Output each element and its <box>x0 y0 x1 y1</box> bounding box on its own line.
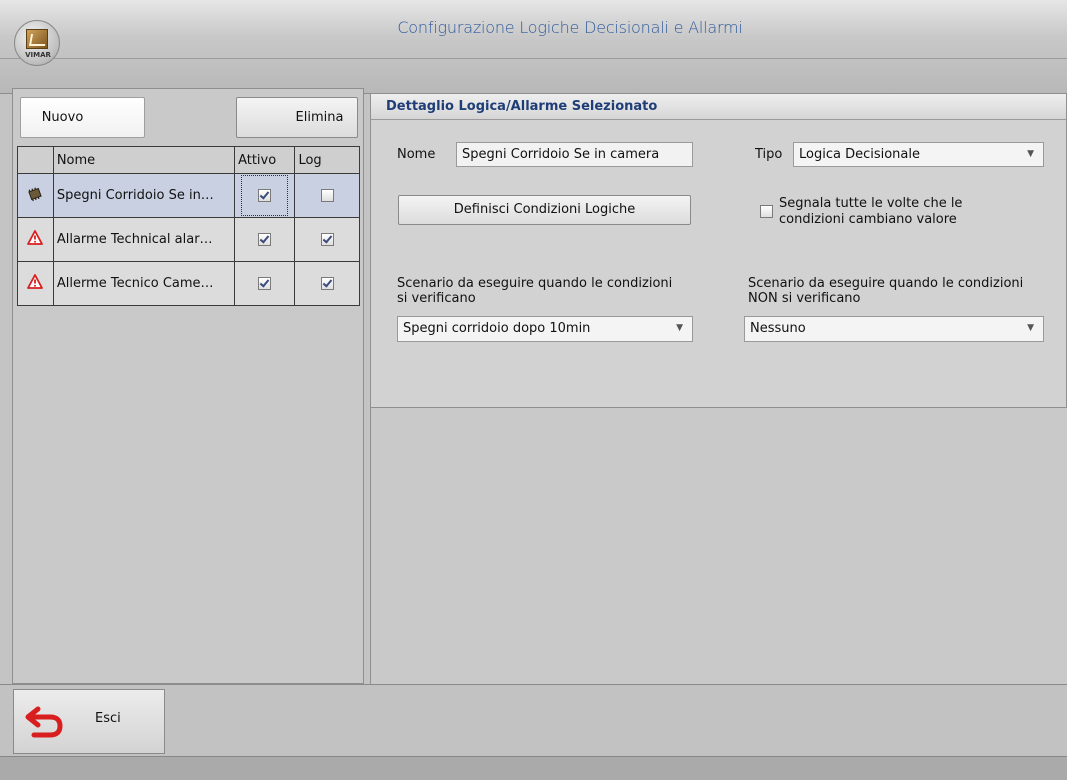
table-header-row: Nome Attivo Log <box>17 146 360 174</box>
scenario-false-select[interactable]: Nessuno ▼ <box>744 316 1044 342</box>
define-conditions-button[interactable]: Definisci Condizioni Logiche <box>398 195 691 225</box>
row-log-cell <box>294 173 360 218</box>
row-log-cell <box>294 217 360 262</box>
signal-changes-checkbox[interactable] <box>760 205 773 218</box>
logic-table: Nome Attivo Log Spegni Corridoio Se in… <box>17 146 360 306</box>
chevron-down-icon: ▼ <box>1027 323 1034 333</box>
detail-header: Dettaglio Logica/Allarme Selezionato <box>370 93 1067 120</box>
chip-icon <box>28 186 43 201</box>
vimar-logo-text: VIMAR <box>25 51 51 59</box>
scenario-true-label: Scenario da eseguire quando le condizion… <box>397 276 672 306</box>
signal-changes-label-line2: condizioni cambiano valore <box>779 212 957 227</box>
new-button[interactable]: Nuovo <box>20 97 145 138</box>
row-icon-cell <box>17 261 54 306</box>
row-active-cell <box>234 261 296 306</box>
name-label: Nome <box>397 147 436 162</box>
title-bar <box>0 0 1067 94</box>
column-header-active[interactable]: Attivo <box>234 146 296 174</box>
scenario-true-label-line2: si verificano <box>397 291 476 306</box>
warning-icon <box>27 273 44 289</box>
column-header-log[interactable]: Log <box>294 146 360 174</box>
active-checkbox[interactable] <box>258 277 272 290</box>
exit-arrow-icon <box>25 706 63 738</box>
row-active-cell <box>234 173 296 218</box>
log-checkbox[interactable] <box>320 277 334 290</box>
row-name: Allarme Technical alar… <box>52 217 236 262</box>
title-divider <box>0 58 1067 59</box>
scenario-true-label-line1: Scenario da eseguire quando le condizion… <box>397 276 673 291</box>
row-name: Allerme Tecnico Came… <box>52 261 236 306</box>
row-active-cell <box>234 217 296 262</box>
table-row[interactable]: Allerme Tecnico Came… <box>17 261 360 306</box>
scenario-false-label-line1: Scenario da eseguire quando le condizion… <box>748 276 1024 291</box>
chevron-down-icon: ▼ <box>676 323 683 333</box>
window-title: Configurazione Logiche Decisionali e All… <box>397 18 743 37</box>
status-bar <box>0 756 1067 780</box>
signal-changes-label-line1: Segnala tutte le volte che le <box>779 196 963 211</box>
scenario-true-select[interactable]: Spegni corridoio dopo 10min ▼ <box>397 316 693 342</box>
exit-label: Esci <box>95 711 121 726</box>
detail-panel <box>370 93 1067 408</box>
active-checkbox[interactable] <box>258 233 272 246</box>
type-select[interactable]: Logica Decisionale ▼ <box>793 142 1044 167</box>
vimar-logo: VIMAR <box>14 20 60 66</box>
table-row[interactable]: Allarme Technical alar… <box>17 217 360 262</box>
log-checkbox[interactable] <box>320 189 334 202</box>
scenario-true-value: Spegni corridoio dopo 10min <box>403 321 591 336</box>
column-header-icon <box>17 146 54 174</box>
signal-changes-label: Segnala tutte le volte che le condizioni… <box>779 196 962 228</box>
chevron-down-icon: ▼ <box>1027 149 1034 159</box>
warning-icon <box>27 229 44 245</box>
name-field[interactable]: Spegni Corridoio Se in camera <box>456 142 693 167</box>
row-name: Spegni Corridoio Se in… <box>52 173 236 218</box>
table-row[interactable]: Spegni Corridoio Se in… <box>17 173 360 218</box>
scenario-false-value: Nessuno <box>750 321 806 336</box>
row-icon-cell <box>17 217 54 262</box>
row-log-cell <box>294 261 360 306</box>
row-icon-cell <box>17 173 54 218</box>
type-label: Tipo <box>755 147 783 162</box>
scenario-false-label-line2: NON si verificano <box>748 291 861 306</box>
vimar-logo-icon <box>26 29 48 49</box>
type-select-value: Logica Decisionale <box>799 147 920 162</box>
active-checkbox[interactable] <box>258 189 272 202</box>
scenario-false-label: Scenario da eseguire quando le condizion… <box>748 276 1023 306</box>
detail-empty-area <box>370 408 1067 684</box>
column-header-name[interactable]: Nome <box>52 146 236 174</box>
log-checkbox[interactable] <box>320 233 334 246</box>
delete-button[interactable]: Elimina <box>236 97 358 138</box>
